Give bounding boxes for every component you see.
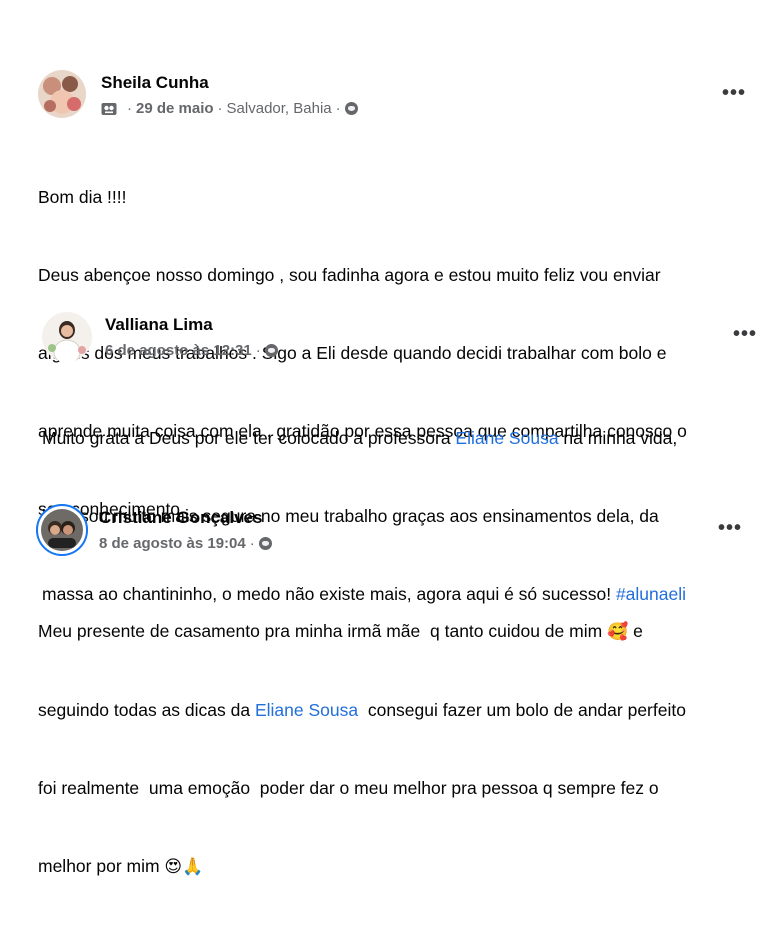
globe-icon [258,537,272,550]
author-name[interactable]: Valliana Lima [105,315,213,335]
avatar[interactable] [38,70,86,118]
smiling-hearts-emoji-icon: 🥰 [607,622,629,642]
text-line: seguindo todas as dicas da Eliane Sousa … [38,697,686,723]
text-line: Meu presente de casamento pra minha irmã… [38,618,686,645]
avatar[interactable] [42,312,92,362]
globe-icon [264,344,278,357]
globe-icon [344,102,358,115]
text-segment: na minha vida, [558,428,678,448]
text-segment: Muito grata a Deus por ele ter colocado … [42,428,456,448]
post-meta: · 29 de maio · Salvador, Bahia · [101,100,358,117]
heart-eyes-pray-emoji-icon: 😍🙏 [164,857,204,877]
separator: · [255,342,261,359]
text-segment: Meu presente de casamento pra minha irmã… [38,621,608,641]
text-segment: seguindo todas as dicas da [38,700,255,720]
text-line: foi realmente uma emoção poder dar o meu… [38,778,659,798]
post-location[interactable]: Salvador, Bahia [227,100,332,117]
post-meta: 6 de agosto às 12:31 · [105,342,278,359]
more-options-icon[interactable]: ••• [733,324,757,344]
text-line: melhor por mim 😍🙏 [38,853,686,880]
more-options-icon[interactable]: ••• [718,518,742,538]
post-date[interactable]: 8 de agosto às 19:04 [99,535,246,552]
mention-link[interactable]: Eliane Sousa [255,700,358,720]
text-segment: melhor por mim [38,856,165,876]
post-date[interactable]: 6 de agosto às 12:31 [105,342,252,359]
post-text: Meu presente de casamento pra minha irmã… [38,566,686,932]
text-line: Bom dia !!!! [38,187,127,207]
post-meta: 8 de agosto às 19:04 · [99,535,272,552]
profile-badge-icon [101,102,117,115]
author-name[interactable]: Sheila Cunha [101,73,209,93]
text-line: Muito grata a Deus por ele ter colocado … [42,425,686,451]
separator: · [249,535,255,552]
author-name[interactable]: Cristiane Gonçalves [99,508,262,528]
separator: · [217,100,223,117]
text-line: Deus abençoe nosso domingo , sou fadinha… [38,265,661,285]
mention-link[interactable]: Eliane Sousa [455,428,558,448]
avatar[interactable] [36,504,88,556]
text-segment: consegui fazer um bolo de andar perfeito [358,700,686,720]
text-segment: e [628,621,643,641]
post-date[interactable]: 29 de maio [136,100,214,117]
more-options-icon[interactable]: ••• [722,83,746,103]
separator: · [127,100,132,117]
separator: · [335,100,341,117]
